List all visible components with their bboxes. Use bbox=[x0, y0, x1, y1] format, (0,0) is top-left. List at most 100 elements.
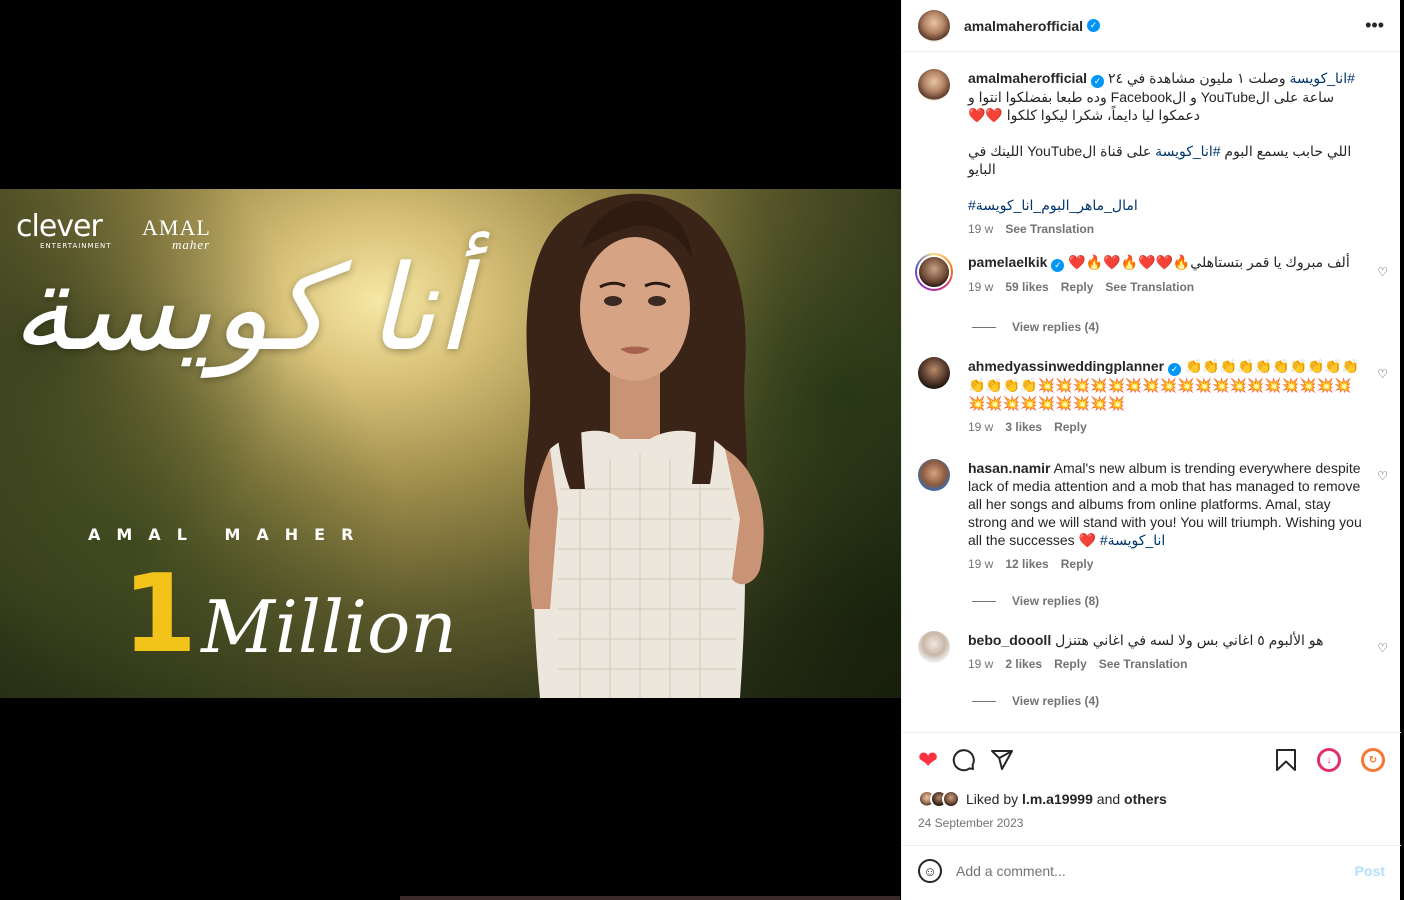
comment-text: هو الألبوم ٥ اغاني بس ولا لسه في اغاني ه… bbox=[1055, 632, 1324, 648]
comment-avatar[interactable] bbox=[917, 255, 951, 289]
post-modal: clever ENTERTAINMENT AMAL maher أنا كويس… bbox=[0, 0, 1404, 900]
comment-row: hasan.namir Amal's new album is trending… bbox=[918, 459, 1388, 573]
action-bar-right: ↓ ↻ bbox=[1275, 748, 1385, 772]
verified-badge-icon: ✓ bbox=[1168, 362, 1182, 376]
post-date[interactable]: 24 September 2023 bbox=[918, 816, 1023, 830]
comment-text: ألف مبروك يا قمر بتستاهلي🔥❤️❤️🔥❤️🔥❤️ bbox=[1068, 254, 1350, 270]
view-replies-button[interactable]: View replies (8) bbox=[972, 594, 1099, 608]
view-replies-button[interactable]: View replies (4) bbox=[972, 694, 1099, 708]
replies-dash bbox=[972, 600, 996, 602]
post-action-bar: ❤ ↓ ↻ bbox=[902, 740, 1401, 780]
likes-summary: Liked by l.m.a19999 and others bbox=[918, 790, 1167, 808]
replies-dash bbox=[972, 700, 996, 702]
artist-name: AMAL MAHER bbox=[88, 525, 370, 544]
comment-meta: 19 w 3 likes Reply bbox=[968, 418, 1364, 436]
comment-meta: 19 w 59 likes Reply See Translation bbox=[968, 278, 1364, 296]
comment-row: pamelaelkik ✓ ألف مبروك يا قمر بتستاهلي🔥❤… bbox=[915, 253, 1388, 296]
hashtag-link[interactable]: #انا_كويسة bbox=[1289, 70, 1354, 86]
comment-username[interactable]: hasan.namir bbox=[968, 460, 1050, 476]
see-translation-link[interactable]: See Translation bbox=[1105, 278, 1194, 296]
comment-like-icon[interactable]: ♡ bbox=[1377, 469, 1388, 483]
verified-badge-icon: ✓ bbox=[1051, 258, 1065, 272]
comment-likes[interactable]: 59 likes bbox=[1005, 278, 1048, 296]
comment-content: pamelaelkik ✓ ألف مبروك يا قمر بتستاهلي🔥❤… bbox=[968, 253, 1364, 296]
post-sidebar: amalmaherofficial ✓ ••• amalmaherofficia… bbox=[901, 0, 1401, 900]
comment-username[interactable]: bebo_doooll bbox=[968, 632, 1051, 648]
comment-bubble-icon[interactable] bbox=[952, 748, 976, 772]
more-options-icon[interactable]: ••• bbox=[1365, 15, 1384, 36]
reply-button[interactable]: Reply bbox=[1054, 655, 1087, 673]
milestone-number: 1 bbox=[122, 552, 198, 677]
caption-text-3: #امال_ماهر_البوم_انا_كويسة bbox=[968, 196, 1364, 214]
comment-meta: 19 w 2 likes Reply See Translation bbox=[968, 655, 1364, 673]
view-replies-label: View replies (4) bbox=[1012, 320, 1100, 334]
media-panel: clever ENTERTAINMENT AMAL maher أنا كويس… bbox=[0, 0, 901, 900]
comment-likes[interactable]: 12 likes bbox=[1005, 555, 1048, 573]
view-replies-button[interactable]: View replies (4) bbox=[972, 320, 1099, 334]
post-image[interactable]: clever ENTERTAINMENT AMAL maher أنا كويس… bbox=[0, 189, 901, 698]
comment-avatar[interactable] bbox=[918, 631, 950, 663]
reply-button[interactable]: Reply bbox=[1061, 555, 1094, 573]
comment-time[interactable]: 19 w bbox=[968, 555, 993, 573]
hashtag-link[interactable]: #انا_كويسة bbox=[1100, 532, 1165, 548]
liked-by-joiner: and bbox=[1096, 791, 1121, 807]
comment-row: ahmedyassinweddingplanner ✓ 👏👏👏👏👏👏👏👏👏👏👏👏👏… bbox=[918, 357, 1388, 436]
add-comment-bar: ☺ Post bbox=[902, 845, 1401, 896]
caption-username[interactable]: amalmaherofficial bbox=[968, 70, 1087, 86]
comment-like-icon[interactable]: ♡ bbox=[1377, 367, 1388, 381]
comment-content: ahmedyassinweddingplanner ✓ 👏👏👏👏👏👏👏👏👏👏👏👏👏… bbox=[968, 357, 1364, 436]
comment-like-icon[interactable]: ♡ bbox=[1377, 265, 1388, 279]
comment-username[interactable]: ahmedyassinweddingplanner bbox=[968, 358, 1164, 374]
author-username[interactable]: amalmaherofficial bbox=[964, 18, 1083, 34]
reply-button[interactable]: Reply bbox=[1061, 278, 1094, 296]
comment-time[interactable]: 19 w bbox=[968, 655, 993, 673]
bookmark-icon[interactable] bbox=[1275, 748, 1297, 772]
post-comment-button[interactable]: Post bbox=[1355, 863, 1385, 879]
caption-line2-suffix: على قناة الYouTube اللينك في البايو bbox=[968, 142, 1152, 177]
verified-badge-icon: ✓ bbox=[1091, 74, 1105, 88]
download-extension-icon[interactable]: ↓ bbox=[1317, 748, 1341, 772]
repost-extension-icon[interactable]: ↻ bbox=[1361, 748, 1385, 772]
comment-content: bebo_doooll هو الألبوم ٥ اغاني بس ولا لس… bbox=[968, 631, 1364, 673]
milestone-badge: 1 Million bbox=[122, 561, 457, 669]
comment-input[interactable] bbox=[956, 863, 1355, 879]
milestone-word: Million bbox=[201, 585, 457, 669]
liker-avatar bbox=[942, 790, 960, 808]
album-title-arabic: أنا كويسة bbox=[11, 239, 469, 377]
comment-avatar[interactable] bbox=[918, 357, 950, 389]
comment-meta: 19 w 12 likes Reply bbox=[968, 555, 1364, 573]
comment-like-icon[interactable]: ♡ bbox=[1377, 641, 1388, 655]
hashtag-link[interactable]: #امال_ماهر_البوم_انا_كويسة bbox=[968, 197, 1138, 213]
caption-row: amalmaherofficial ✓ #انا_كويسة وصلت ١ ملي… bbox=[918, 69, 1388, 238]
author-avatar[interactable] bbox=[918, 9, 950, 42]
paper-plane-icon[interactable] bbox=[990, 748, 1014, 772]
view-replies-label: View replies (8) bbox=[1012, 594, 1100, 608]
caption-meta: 19 w See Translation bbox=[968, 220, 1364, 238]
caption-line2-prefix: اللي حابب يسمع البوم bbox=[1224, 142, 1352, 159]
emoji-icon[interactable]: ☺ bbox=[918, 859, 942, 883]
see-translation-link[interactable]: See Translation bbox=[1099, 655, 1188, 673]
liked-by-others[interactable]: others bbox=[1124, 791, 1167, 807]
caption-text-2: اللي حابب يسمع البوم #انا_كويسة على قناة… bbox=[968, 142, 1364, 178]
comment-row: bebo_doooll هو الألبوم ٥ اغاني بس ولا لس… bbox=[918, 631, 1388, 673]
comments-scroll-area[interactable]: amalmaherofficial ✓ #انا_كويسة وصلت ١ ملي… bbox=[902, 53, 1401, 733]
liked-by-user[interactable]: l.m.a19999 bbox=[1022, 791, 1093, 807]
comment-time[interactable]: 19 w bbox=[968, 418, 993, 436]
comment-avatar[interactable] bbox=[918, 459, 950, 491]
heart-filled-icon[interactable]: ❤ bbox=[918, 746, 938, 775]
comment-avatar-ring[interactable] bbox=[915, 253, 953, 291]
hashtag-link[interactable]: #انا_كويسة bbox=[1155, 143, 1220, 159]
post-header: amalmaherofficial ✓ ••• bbox=[902, 0, 1400, 52]
liked-by-prefix: Liked by bbox=[966, 791, 1019, 807]
see-translation-link[interactable]: See Translation bbox=[1005, 220, 1094, 238]
comment-likes[interactable]: 2 likes bbox=[1005, 655, 1042, 673]
comment-time[interactable]: 19 w bbox=[968, 278, 993, 296]
comment-likes[interactable]: 3 likes bbox=[1005, 418, 1042, 436]
caption-time[interactable]: 19 w bbox=[968, 220, 993, 238]
reply-button[interactable]: Reply bbox=[1054, 418, 1087, 436]
caption-content: amalmaherofficial ✓ #انا_كويسة وصلت ١ ملي… bbox=[968, 69, 1364, 238]
replies-dash bbox=[972, 326, 996, 328]
comment-username[interactable]: pamelaelkik bbox=[968, 254, 1047, 270]
caption-avatar[interactable] bbox=[918, 69, 950, 101]
verified-badge-icon: ✓ bbox=[1087, 19, 1101, 32]
